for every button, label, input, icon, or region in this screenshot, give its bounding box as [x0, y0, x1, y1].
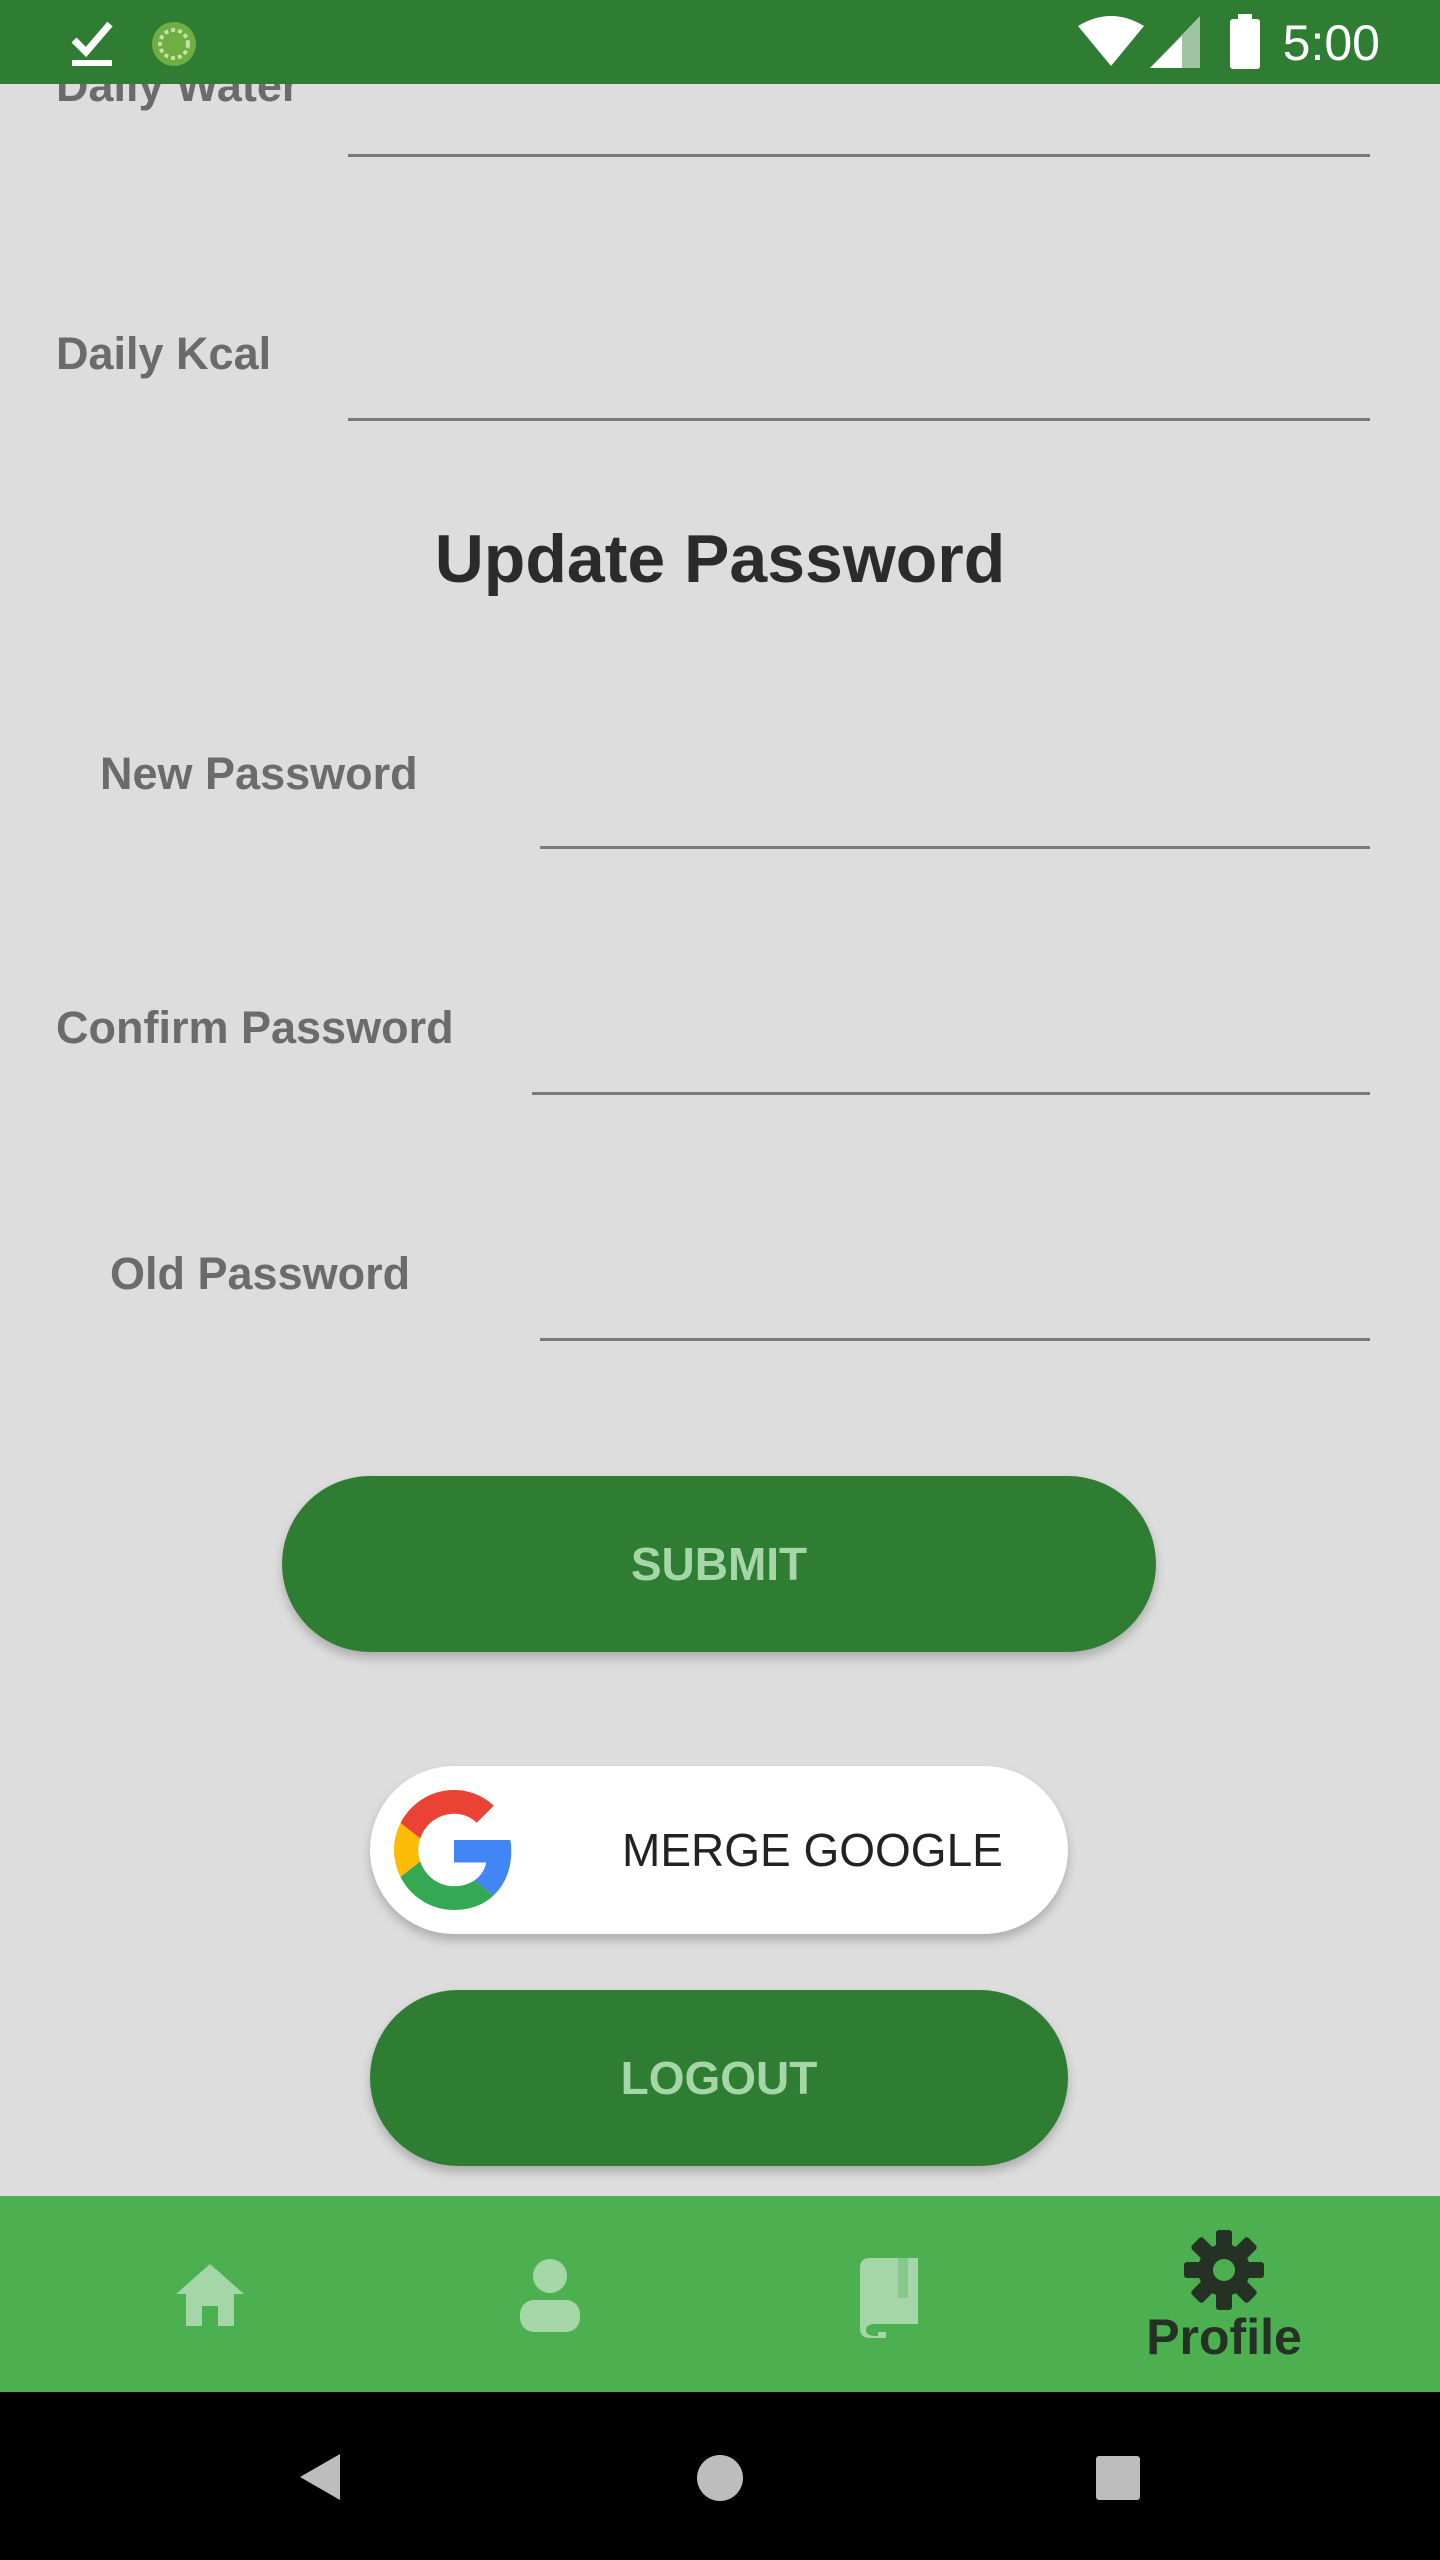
logout-button[interactable]: LOGOUT	[370, 1990, 1068, 2166]
status-bar: 5:00	[0, 0, 1440, 84]
nav-item-profile-label: Profile	[1146, 2309, 1302, 2365]
daily-water-label: Daily Water	[56, 84, 300, 111]
nav-item-person[interactable]	[370, 2196, 730, 2392]
system-navigation-bar	[0, 2392, 1440, 2560]
confirm-password-input[interactable]	[532, 1092, 1370, 1095]
daily-kcal-input[interactable]	[348, 418, 1370, 421]
daily-kcal-label: Daily Kcal	[56, 328, 272, 379]
merge-google-button[interactable]: MERGE GOOGLE	[370, 1766, 1068, 1934]
submit-button-label: SUBMIT	[630, 1538, 808, 1590]
wifi-icon	[1078, 16, 1144, 66]
signal-icon	[1150, 16, 1200, 68]
sync-icon	[152, 22, 196, 66]
merge-google-label: MERGE GOOGLE	[622, 1824, 1003, 1876]
google-logo-icon	[394, 1790, 512, 1910]
nav-item-profile[interactable]: Profile	[1044, 2196, 1404, 2392]
daily-water-input[interactable]	[348, 154, 1370, 157]
old-password-input[interactable]	[540, 1338, 1370, 1341]
nav-item-home[interactable]	[32, 2196, 392, 2392]
home-circle-icon[interactable]	[696, 2454, 744, 2502]
new-password-input[interactable]	[540, 846, 1370, 849]
back-icon[interactable]	[298, 2452, 342, 2502]
confirm-password-label: Confirm Password	[56, 1002, 454, 1053]
old-password-label: Old Password	[110, 1248, 411, 1299]
submit-button[interactable]: SUBMIT	[282, 1476, 1156, 1652]
home-icon	[176, 2264, 244, 2326]
battery-icon	[1230, 14, 1260, 69]
book-icon	[860, 2258, 918, 2338]
nav-item-book[interactable]	[708, 2196, 1068, 2392]
bottom-navigation: Profile	[0, 2196, 1440, 2392]
new-password-label: New Password	[100, 748, 418, 799]
recents-icon[interactable]	[1096, 2456, 1140, 2500]
clock-time: 5:00	[1282, 15, 1380, 71]
logout-button-label: LOGOUT	[620, 2052, 818, 2104]
update-password-title: Update Password	[434, 521, 1006, 597]
gear-icon	[1184, 2230, 1264, 2310]
person-icon	[520, 2259, 580, 2332]
profile-content[interactable]: Daily Water Daily Kcal Update Password N…	[0, 84, 1440, 2196]
download-done-icon	[71, 21, 113, 66]
